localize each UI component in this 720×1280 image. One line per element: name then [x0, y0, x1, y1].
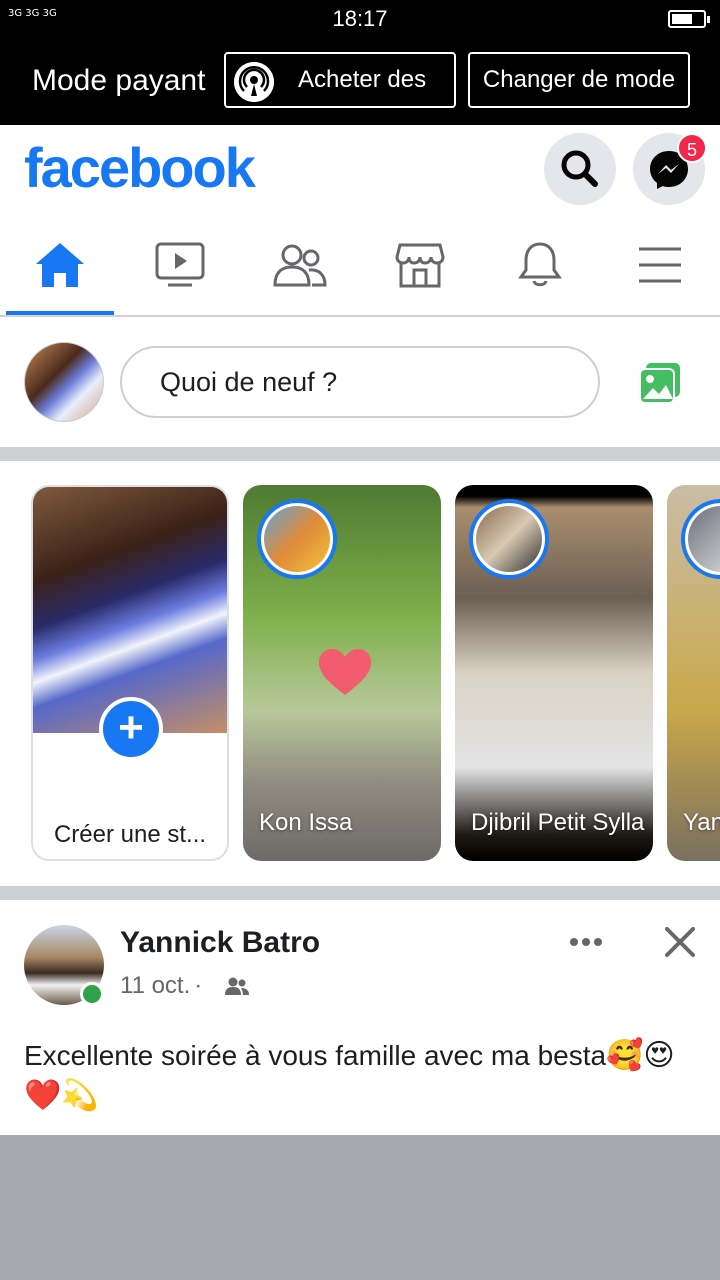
create-story-label: Créer une st...: [53, 821, 207, 848]
photo-button[interactable]: [638, 361, 684, 408]
story-avatar: [681, 499, 720, 579]
friends-audience-icon: [225, 977, 249, 995]
active-tab-indicator: [6, 311, 114, 315]
post-author[interactable]: Yannick Batro: [120, 926, 320, 960]
tab-menu[interactable]: [606, 215, 714, 315]
bell-icon: [518, 242, 562, 287]
clock: 18:17: [332, 6, 388, 31]
friends-icon: [273, 244, 327, 287]
pay-mode-bar: Mode payant Acheter des Changer de mode: [0, 38, 720, 125]
tab-marketplace[interactable]: [366, 215, 474, 315]
messenger-badge: 5: [677, 133, 707, 163]
buy-data-label: Acheter des: [298, 66, 427, 93]
post-date[interactable]: 11 oct.: [120, 972, 190, 999]
more-options-icon[interactable]: [566, 930, 606, 954]
tab-home[interactable]: [6, 215, 114, 315]
story-avatar: [469, 499, 549, 579]
status-bar: 3G 3G 3G 18:17: [0, 0, 720, 38]
facebook-logo[interactable]: facebook: [24, 135, 256, 200]
close-icon[interactable]: [662, 924, 698, 960]
whats-new-input[interactable]: Quoi de neuf ?: [120, 346, 600, 418]
add-story-icon[interactable]: +: [99, 697, 163, 761]
home-icon: [36, 243, 84, 287]
post-composer: Quoi de neuf ?: [0, 317, 720, 447]
video-icon: [155, 242, 205, 287]
hamburger-icon: [639, 247, 681, 283]
story-card[interactable]: Kon Issa: [243, 485, 441, 861]
pay-mode-title: Mode payant: [32, 64, 206, 97]
story-card[interactable]: Djibril Petit Sylla: [455, 485, 653, 861]
story-name: Kon Issa: [259, 809, 353, 836]
story-name: Djibril Petit Sylla: [471, 809, 645, 836]
buy-data-button[interactable]: Acheter des: [224, 52, 456, 108]
heart-sticker-icon: [319, 649, 371, 695]
story-card[interactable]: Yan: [667, 485, 720, 861]
messenger-button[interactable]: 5: [633, 133, 707, 205]
tab-notifications[interactable]: [486, 215, 594, 315]
post-text: Excellente soirée à vous famille avec ma…: [24, 1036, 704, 1116]
post-body: Excellente soirée à vous famille avec ma…: [24, 1040, 607, 1071]
section-divider: [0, 447, 720, 461]
battery-icon: [668, 10, 710, 28]
feed-post: Yannick Batro 11 oct. · Excellente soirée…: [0, 900, 720, 1135]
broadcast-icon: [234, 62, 274, 102]
create-story-card[interactable]: + Créer une st...: [31, 485, 229, 861]
search-icon: [561, 150, 598, 187]
online-status-dot: [80, 982, 104, 1006]
stories-tray: + Créer une st... Kon Issa Djibril Petit…: [0, 461, 720, 886]
story-avatar: [257, 499, 337, 579]
tab-friends[interactable]: [246, 215, 354, 315]
user-avatar[interactable]: [24, 342, 104, 422]
section-divider: [0, 886, 720, 900]
tab-watch[interactable]: [126, 215, 234, 315]
photo-icon: [639, 363, 680, 404]
post-meta: 11 oct. ·: [120, 972, 203, 999]
search-button[interactable]: [544, 133, 616, 205]
story-name: Yan: [683, 809, 720, 836]
main-nav: [0, 215, 720, 317]
shop-icon: [395, 243, 445, 288]
app-header: facebook 5: [0, 125, 720, 215]
change-mode-button[interactable]: Changer de mode: [468, 52, 690, 108]
